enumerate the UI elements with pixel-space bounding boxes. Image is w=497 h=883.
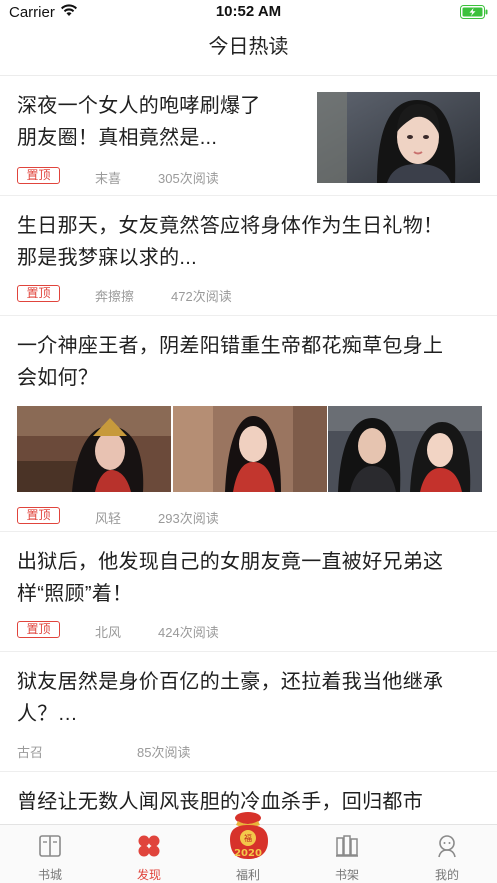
article-title-line: 生日那天，女友竟然答应将身体作为生日礼物！ <box>17 215 444 237</box>
svg-text:福: 福 <box>244 834 252 843</box>
article-feed[interactable]: 深夜一个女人的咆哮刷爆了 朋友圈！真相竟然是... 置顶 末喜 305次阅读 生… <box>0 76 497 824</box>
article-meta: 置顶 风轻 293次阅读 <box>17 507 297 526</box>
article-author: 北风 <box>95 625 122 640</box>
bonus-year-text: 2020 <box>234 848 262 859</box>
article-author: 风轻 <box>95 511 122 526</box>
article-title-line: 朋友圈！真相竟然是... <box>17 127 218 149</box>
discover-icon <box>138 835 160 857</box>
tab-label: 书城 <box>37 868 62 882</box>
article-title-line: 会如何？ <box>17 367 99 389</box>
tab-book-city[interactable]: 书城 <box>10 825 90 883</box>
pinned-badge: 置顶 <box>17 507 60 524</box>
article-title: 出狱后，他发现自己的女朋友竟一直被好兄弟这 样“照顾”着！ <box>17 546 482 610</box>
article-image-1 <box>17 406 171 492</box>
article-card[interactable]: 狱友居然是身价百亿的土豪，还拉着我当他继承 人？… 古召 85次阅读 <box>0 652 497 771</box>
article-read-count: 424次阅读 <box>158 625 219 640</box>
article-author: 古召 <box>17 745 44 760</box>
tab-welfare[interactable]: 福 2020 福利 <box>208 812 288 883</box>
article-meta: 置顶 末喜 305次阅读 <box>17 167 297 186</box>
pinned-badge: 置顶 <box>17 285 60 302</box>
page-title: 今日热读 <box>208 36 289 58</box>
article-title-line: 出狱后，他发现自己的女朋友竟一直被好兄弟这 <box>17 551 444 573</box>
tab-label: 福利 <box>235 868 260 882</box>
article-read-count: 305次阅读 <box>158 171 219 186</box>
article-author: 奔擦擦 <box>95 289 135 304</box>
article-title-line: 深夜一个女人的咆哮刷爆了 <box>17 95 261 117</box>
article-meta: 古召 85次阅读 <box>17 741 297 760</box>
tab-label: 我的 <box>434 868 459 882</box>
tab-discover[interactable]: 发现 <box>109 825 189 883</box>
article-image-3 <box>328 406 482 492</box>
tab-profile[interactable]: 我的 <box>407 825 487 883</box>
book-city-icon <box>39 835 61 857</box>
tab-bookshelf[interactable]: 书架 <box>307 825 387 883</box>
article-meta: 置顶 奔擦擦 472次阅读 <box>17 285 297 304</box>
battery-charging-icon <box>460 5 488 19</box>
article-meta: 置顶 北风 424次阅读 <box>17 621 297 640</box>
tab-label: 书架 <box>334 868 359 882</box>
article-title: 狱友居然是身价百亿的土豪，还拉着我当他继承 人？… <box>17 666 482 730</box>
lucky-bag-icon: 福 2020 <box>230 812 268 859</box>
article-read-count: 472次阅读 <box>171 289 232 304</box>
article-title-line: 那是我梦寐以求的... <box>17 247 197 269</box>
tab-bar: 书城 发现 福 2020 福利 书架 我的 <box>0 812 497 883</box>
article-title: 生日那天，女友竟然答应将身体作为生日礼物！ 那是我梦寐以求的... <box>17 210 482 274</box>
article-card[interactable]: 出狱后，他发现自己的女朋友竟一直被好兄弟这 样“照顾”着！ 置顶 北风 424次… <box>0 532 497 651</box>
article-title-line: 人？… <box>17 703 78 725</box>
article-thumbnail <box>317 92 480 183</box>
article-card[interactable]: 深夜一个女人的咆哮刷爆了 朋友圈！真相竟然是... 置顶 末喜 305次阅读 <box>0 76 497 195</box>
article-card[interactable]: 生日那天，女友竟然答应将身体作为生日礼物！ 那是我梦寐以求的... 置顶 奔擦擦… <box>0 196 497 315</box>
article-title: 一介神座王者，阴差阳错重生帝都花痴草包身上 会如何？ <box>17 330 482 394</box>
article-image-2 <box>173 406 327 492</box>
article-read-count: 85次阅读 <box>137 745 191 760</box>
article-card[interactable]: 一介神座王者，阴差阳错重生帝都花痴草包身上 会如何？ 置顶 风轻 293次阅读 <box>0 316 497 531</box>
pinned-badge: 置顶 <box>17 621 60 638</box>
article-title-line: 狱友居然是身价百亿的土豪，还拉着我当他继承 <box>17 671 444 693</box>
tab-label: 发现 <box>136 868 161 882</box>
bookshelf-icon <box>336 835 358 857</box>
clock: 10:52 AM <box>215 3 282 20</box>
article-read-count: 293次阅读 <box>158 511 219 526</box>
article-title: 深夜一个女人的咆哮刷爆了 朋友圈！真相竟然是... <box>17 90 302 154</box>
article-author: 末喜 <box>95 171 122 186</box>
profile-icon <box>438 835 456 858</box>
status-bar: Carrier 10:52 AM <box>0 0 497 26</box>
pinned-badge: 置顶 <box>17 167 60 184</box>
article-title-line: 样“照顾”着！ <box>17 583 133 605</box>
article-title-line: 一介神座王者，阴差阳错重生帝都花痴草包身上 <box>17 335 444 357</box>
